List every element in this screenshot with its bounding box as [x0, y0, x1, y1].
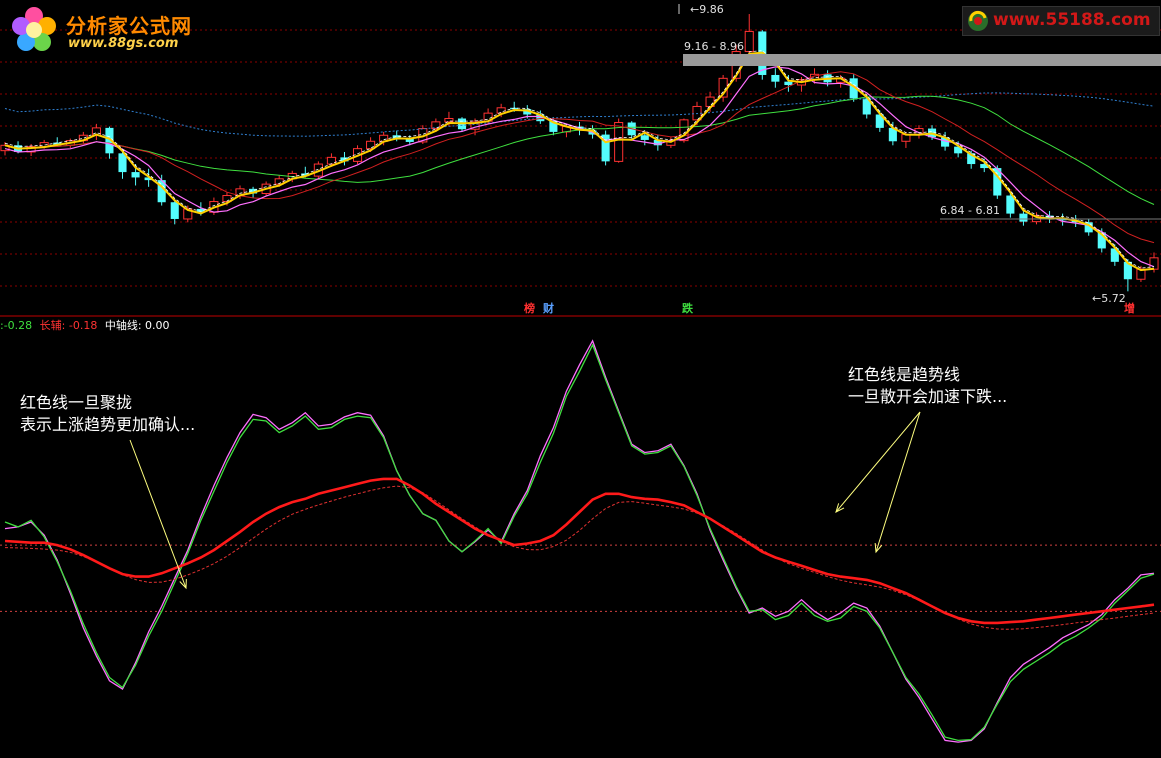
ma-20-line	[4, 95, 1155, 205]
high-label: ←9.86	[690, 3, 724, 16]
logo-title: 分析家公式网	[66, 14, 192, 38]
signal-die: 跌	[682, 302, 693, 315]
annotation-arrows	[129, 411, 921, 590]
legend-value-fast: :-0.28	[0, 319, 33, 332]
site-url: www.55188.com	[993, 10, 1151, 30]
annotation-arrow-line	[129, 439, 187, 589]
signal-bang: 榜	[524, 302, 535, 315]
globe-logo-icon	[968, 10, 988, 31]
candle-body	[771, 74, 780, 82]
candle-body	[614, 122, 624, 162]
annotation-line: 红色线一旦聚拢	[20, 393, 133, 412]
indicator-legend: :-0.28 长辅: -0.18 中轴线: 0.00	[0, 317, 174, 333]
annotation-converge: 红色线一旦聚拢 表示上涨趋势更加确认...	[20, 392, 195, 436]
candle-body	[784, 81, 793, 86]
annotation-arrow-line	[835, 411, 921, 513]
indicator-trend-lag-line	[4, 485, 1155, 630]
signal-cai: 财	[543, 302, 554, 315]
candle-body	[1149, 257, 1159, 270]
candle-body	[744, 30, 754, 53]
signal-zeng: 增	[1124, 302, 1135, 315]
legend-value-axis: 中轴线: 0.00	[104, 319, 170, 332]
band2-label: 6.84 - 6.81	[940, 204, 1000, 217]
price-band-bar	[683, 54, 1161, 66]
low-label: ←5.72	[1092, 292, 1126, 305]
annotation-line: 表示上涨趋势更加确认...	[20, 415, 196, 434]
candle-body	[131, 172, 140, 178]
annotation-arrow-line	[875, 411, 921, 553]
logo-url: www.88gs.com	[68, 36, 179, 51]
band1-label: 9.16 - 8.96	[684, 40, 744, 53]
flower-logo-icon	[12, 7, 56, 51]
legend-value-aux: 长辅: -0.18	[39, 319, 98, 332]
ma-3-line	[4, 51, 1155, 272]
logo-88gs: 分析家公式网 www.88gs.com	[6, 4, 206, 54]
annotation-line: 红色线是趋势线	[848, 365, 961, 384]
candle-body	[170, 202, 179, 219]
candle-body	[640, 135, 649, 140]
candle-body	[1019, 213, 1028, 222]
annotation-line: 一旦散开会加速下跌...	[848, 387, 1008, 406]
indicator-trend-line	[4, 477, 1155, 625]
moving-average-lines	[4, 50, 1155, 272]
logo-55188: www.55188.com	[962, 6, 1160, 36]
annotation-trend: 红色线是趋势线 一旦散开会加速下跌...	[848, 364, 1007, 408]
candle-body	[1006, 195, 1015, 214]
price-grid	[0, 29, 1161, 317]
